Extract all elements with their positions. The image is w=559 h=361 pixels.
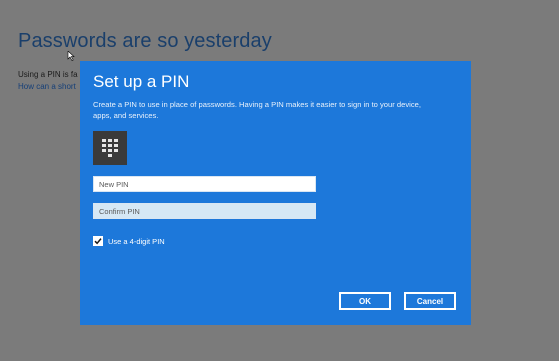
cancel-button[interactable]: Cancel — [404, 292, 456, 310]
new-pin-input[interactable] — [93, 176, 316, 192]
checkmark-icon — [94, 238, 102, 245]
dialog-title: Set up a PIN — [93, 72, 190, 91]
dialog-description: Create a PIN to use in place of password… — [93, 100, 421, 120]
mouse-cursor-icon — [67, 51, 75, 61]
setup-pin-dialog: Set up a PIN Create a PIN to use in plac… — [80, 61, 471, 325]
confirm-pin-input[interactable] — [93, 203, 316, 219]
four-digit-pin-checkbox[interactable] — [93, 236, 103, 246]
ok-button[interactable]: OK — [339, 292, 391, 310]
background-intro-text: Using a PIN is fa — [18, 70, 78, 79]
four-digit-pin-option[interactable]: Use a 4-digit PIN — [93, 236, 165, 246]
keypad-icon — [93, 131, 127, 165]
background-help-link[interactable]: How can a short — [18, 82, 76, 91]
four-digit-pin-label: Use a 4-digit PIN — [108, 236, 165, 246]
background-page-title: Passwords are so yesterday — [18, 30, 272, 52]
